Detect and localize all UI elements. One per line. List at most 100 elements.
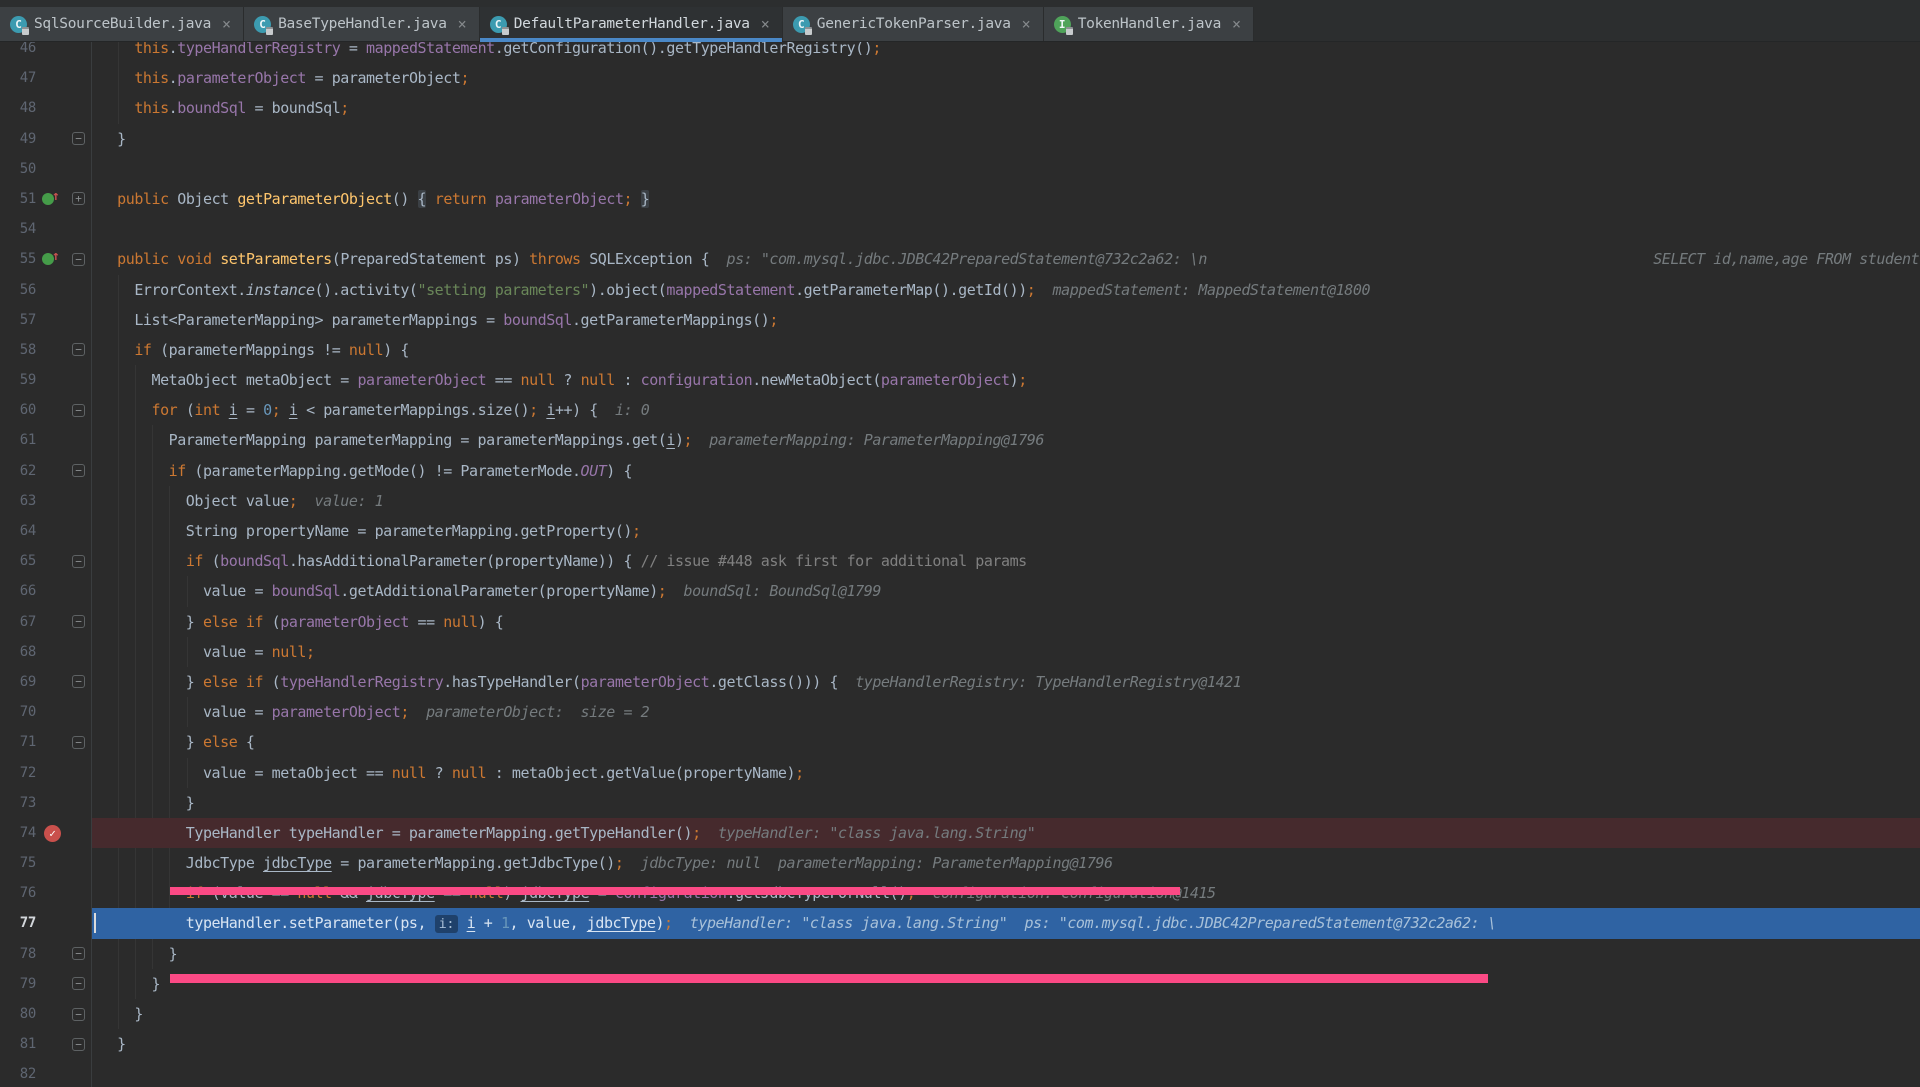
- line-number[interactable]: 59: [0, 365, 38, 395]
- line-number[interactable]: 73: [0, 788, 38, 818]
- line-number[interactable]: 77: [0, 908, 38, 938]
- code-line-55[interactable]: 55↑− public void setParameters(PreparedS…: [0, 244, 1920, 274]
- code-line-62[interactable]: 62− if (parameterMapping.getMode() != Pa…: [0, 456, 1920, 486]
- code-text[interactable]: ParameterMapping parameterMapping = para…: [92, 425, 1920, 455]
- code-text[interactable]: String propertyName = parameterMapping.g…: [92, 516, 1920, 546]
- code-line-64[interactable]: 64 String propertyName = parameterMappin…: [0, 516, 1920, 546]
- line-number[interactable]: 58: [0, 335, 38, 365]
- line-number[interactable]: 80: [0, 999, 38, 1029]
- code-text[interactable]: }: [92, 1029, 1920, 1059]
- line-number[interactable]: 74: [0, 818, 38, 848]
- code-text[interactable]: if (parameterMappings != null) {: [92, 335, 1920, 365]
- code-text[interactable]: [92, 154, 1920, 184]
- code-text[interactable]: MetaObject metaObject = parameterObject …: [92, 365, 1920, 395]
- code-line-61[interactable]: 61 ParameterMapping parameterMapping = p…: [0, 425, 1920, 455]
- line-number[interactable]: 70: [0, 697, 38, 727]
- line-number[interactable]: 68: [0, 637, 38, 667]
- line-number[interactable]: 81: [0, 1029, 38, 1059]
- line-number[interactable]: 60: [0, 395, 38, 425]
- code-text[interactable]: this.parameterObject = parameterObject;: [92, 63, 1920, 93]
- code-line-56[interactable]: 56 ErrorContext.instance().activity("set…: [0, 275, 1920, 305]
- code-text[interactable]: [92, 214, 1920, 244]
- code-line-66[interactable]: 66 value = boundSql.getAdditionalParamet…: [0, 576, 1920, 606]
- line-number[interactable]: 48: [0, 93, 38, 123]
- code-line-68[interactable]: 68 value = null;: [0, 637, 1920, 667]
- tab-basetypehandler-java[interactable]: CBaseTypeHandler.java×: [244, 7, 480, 41]
- code-text[interactable]: value = metaObject == null ? null : meta…: [92, 758, 1920, 788]
- code-line-81[interactable]: 81− }: [0, 1029, 1920, 1059]
- code-line-51[interactable]: 51↑+ public Object getParameterObject() …: [0, 184, 1920, 214]
- code-text[interactable]: }: [92, 124, 1920, 154]
- fold-start-icon[interactable]: −: [68, 335, 92, 365]
- line-number[interactable]: 71: [0, 727, 38, 757]
- code-line-71[interactable]: 71− } else {: [0, 727, 1920, 757]
- close-icon[interactable]: ×: [1232, 17, 1241, 31]
- close-icon[interactable]: ×: [1022, 17, 1031, 31]
- code-text[interactable]: this.typeHandlerRegistry = mappedStateme…: [92, 42, 1920, 63]
- code-line-70[interactable]: 70 value = parameterObject; parameterObj…: [0, 697, 1920, 727]
- code-line-63[interactable]: 63 Object value; value: 1: [0, 486, 1920, 516]
- code-text[interactable]: } else if (typeHandlerRegistry.hasTypeHa…: [92, 667, 1920, 697]
- fold-start-icon[interactable]: −: [68, 395, 92, 425]
- close-icon[interactable]: ×: [458, 17, 467, 31]
- fold-end-icon[interactable]: −: [68, 124, 92, 154]
- line-number[interactable]: 54: [0, 214, 38, 244]
- code-line-82[interactable]: 82: [0, 1059, 1920, 1087]
- line-number[interactable]: 69: [0, 667, 38, 697]
- line-number[interactable]: 61: [0, 425, 38, 455]
- line-number[interactable]: 66: [0, 576, 38, 606]
- code-text[interactable]: value = parameterObject; parameterObject…: [92, 697, 1920, 727]
- override-method-icon[interactable]: ↑: [38, 244, 68, 274]
- code-text[interactable]: }: [92, 788, 1920, 818]
- code-line-59[interactable]: 59 MetaObject metaObject = parameterObje…: [0, 365, 1920, 395]
- code-editor[interactable]: 46 this.typeHandlerRegistry = mappedStat…: [0, 42, 1920, 1087]
- fold-end-icon[interactable]: −: [68, 667, 92, 697]
- tab-generictokenparser-java[interactable]: CGenericTokenParser.java×: [783, 7, 1044, 41]
- line-number[interactable]: 50: [0, 154, 38, 184]
- code-line-58[interactable]: 58− if (parameterMappings != null) {: [0, 335, 1920, 365]
- code-line-67[interactable]: 67− } else if (parameterObject == null) …: [0, 607, 1920, 637]
- code-line-78[interactable]: 78− }: [0, 939, 1920, 969]
- code-line-50[interactable]: 50: [0, 154, 1920, 184]
- code-text[interactable]: List<ParameterMapping> parameterMappings…: [92, 305, 1920, 335]
- code-line-49[interactable]: 49− }: [0, 124, 1920, 154]
- code-text[interactable]: ErrorContext.instance().activity("settin…: [92, 275, 1920, 305]
- code-line-57[interactable]: 57 List<ParameterMapping> parameterMappi…: [0, 305, 1920, 335]
- line-number[interactable]: 76: [0, 878, 38, 908]
- line-number[interactable]: 57: [0, 305, 38, 335]
- fold-start-icon[interactable]: −: [68, 244, 92, 274]
- code-text[interactable]: [92, 1059, 1920, 1087]
- code-line-60[interactable]: 60− for (int i = 0; i < parameterMapping…: [0, 395, 1920, 425]
- close-icon[interactable]: ×: [222, 17, 231, 31]
- breakpoint-icon[interactable]: ✓: [38, 818, 68, 848]
- line-number[interactable]: 46: [0, 42, 38, 63]
- code-line-75[interactable]: 75 JdbcType jdbcType = parameterMapping.…: [0, 848, 1920, 878]
- fold-plus-icon[interactable]: +: [68, 184, 92, 214]
- code-text[interactable]: if (boundSql.hasAdditionalParameter(prop…: [92, 546, 1920, 576]
- fold-start-icon[interactable]: −: [68, 456, 92, 486]
- execution-line[interactable]: 77 typeHandler.setParameter(ps, i: i + 1…: [0, 908, 1920, 938]
- line-number[interactable]: 64: [0, 516, 38, 546]
- tab-defaultparameterhandler-java[interactable]: CDefaultParameterHandler.java×: [480, 7, 783, 41]
- code-text[interactable]: }: [92, 939, 1920, 969]
- line-number[interactable]: 51: [0, 184, 38, 214]
- fold-end-icon[interactable]: −: [68, 607, 92, 637]
- code-text[interactable]: if (parameterMapping.getMode() != Parame…: [92, 456, 1920, 486]
- line-number[interactable]: 78: [0, 939, 38, 969]
- line-number[interactable]: 79: [0, 969, 38, 999]
- code-line-69[interactable]: 69− } else if (typeHandlerRegistry.hasTy…: [0, 667, 1920, 697]
- line-number[interactable]: 47: [0, 63, 38, 93]
- fold-end-icon[interactable]: −: [68, 939, 92, 969]
- code-text[interactable]: Object value; value: 1: [92, 486, 1920, 516]
- code-text[interactable]: } else if (parameterObject == null) {: [92, 607, 1920, 637]
- fold-end-icon[interactable]: −: [68, 727, 92, 757]
- code-text[interactable]: public void setParameters(PreparedStatem…: [92, 244, 1920, 274]
- code-line-65[interactable]: 65− if (boundSql.hasAdditionalParameter(…: [0, 546, 1920, 576]
- fold-end-icon[interactable]: −: [68, 1029, 92, 1059]
- code-text[interactable]: typeHandler.setParameter(ps, i: i + 1, v…: [92, 908, 1920, 938]
- code-text[interactable]: } else {: [92, 727, 1920, 757]
- line-number[interactable]: 75: [0, 848, 38, 878]
- close-icon[interactable]: ×: [761, 17, 770, 31]
- code-text[interactable]: value = boundSql.getAdditionalParameter(…: [92, 576, 1920, 606]
- code-line-72[interactable]: 72 value = metaObject == null ? null : m…: [0, 758, 1920, 788]
